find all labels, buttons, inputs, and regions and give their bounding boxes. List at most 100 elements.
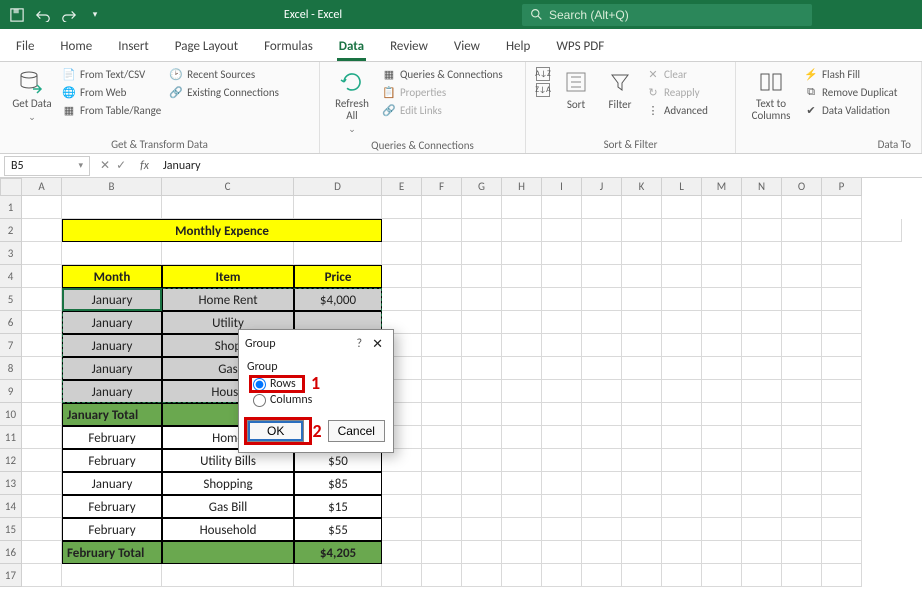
cancel-button[interactable]: Cancel (328, 420, 385, 442)
table-cell[interactable]: $55 (294, 518, 382, 541)
close-icon[interactable]: ✕ (368, 337, 387, 352)
sort-asc-button[interactable]: A↓Z (534, 66, 552, 82)
tab-review[interactable]: Review (388, 33, 430, 61)
row-header[interactable]: 9 (0, 380, 22, 403)
row-header[interactable]: 17 (0, 564, 22, 587)
table-cell[interactable]: $4,000 (294, 288, 382, 311)
row-header[interactable]: 10 (0, 403, 22, 426)
enter-formula-icon[interactable]: ✓ (116, 158, 126, 173)
row-header[interactable]: 4 (0, 265, 22, 288)
help-icon[interactable]: ? (351, 337, 369, 351)
row-header[interactable]: 8 (0, 357, 22, 380)
from-web-button[interactable]: 🌐From Web (60, 84, 163, 100)
col-header-K[interactable]: K (622, 178, 662, 196)
row-header[interactable]: 6 (0, 311, 22, 334)
february-total-price[interactable]: $4,205 (294, 541, 382, 564)
col-header-P[interactable]: P (822, 178, 862, 196)
table-cell[interactable]: February (62, 518, 162, 541)
formula-input[interactable]: January (157, 159, 922, 173)
reapply-button[interactable]: ↻Reapply (644, 84, 710, 100)
row-header[interactable]: 13 (0, 472, 22, 495)
table-cell[interactable]: $85 (294, 472, 382, 495)
col-header-B[interactable]: B (62, 178, 162, 196)
remove-duplicates-button[interactable]: ⧉Remove Duplicat (802, 84, 899, 100)
undo-icon[interactable] (34, 6, 52, 24)
clear-filter-button[interactable]: ✕Clear (644, 66, 710, 82)
cancel-formula-icon[interactable]: ✕ (100, 158, 110, 173)
tab-wpspdf[interactable]: WPS PDF (554, 33, 606, 61)
table-cell[interactable]: February (62, 449, 162, 472)
ok-button[interactable]: OK (247, 420, 304, 442)
row-header[interactable]: 1 (0, 196, 22, 219)
edit-links-button[interactable]: 🔗Edit Links (380, 102, 505, 118)
chevron-down-icon[interactable]: ▾ (78, 160, 83, 171)
table-cell[interactable]: $15 (294, 495, 382, 518)
qat-dropdown-icon[interactable]: ▾ (86, 6, 104, 24)
col-header-H[interactable]: H (502, 178, 542, 196)
save-icon[interactable] (8, 6, 26, 24)
filter-button[interactable]: Filter (600, 66, 640, 113)
redo-icon[interactable] (60, 6, 78, 24)
tab-view[interactable]: View (452, 33, 482, 61)
header-month[interactable]: Month (62, 265, 162, 288)
table-title[interactable]: Monthly Expence (62, 219, 382, 242)
header-item[interactable]: Item (162, 265, 294, 288)
search-input[interactable] (549, 8, 804, 22)
table-cell[interactable]: Gas Bill (162, 495, 294, 518)
table-cell[interactable]: January (62, 334, 162, 357)
advanced-filter-button[interactable]: ⋮Advanced (644, 102, 710, 118)
table-cell[interactable]: Shopping (162, 472, 294, 495)
table-cell[interactable]: January (62, 357, 162, 380)
col-header-A[interactable]: A (22, 178, 62, 196)
january-total-label[interactable]: January Total (62, 403, 162, 426)
row-header[interactable]: 16 (0, 541, 22, 564)
tab-file[interactable]: File (14, 33, 36, 61)
tab-home[interactable]: Home (58, 33, 94, 61)
col-header-N[interactable]: N (742, 178, 782, 196)
col-header-F[interactable]: F (422, 178, 462, 196)
row-header[interactable]: 2 (0, 219, 22, 242)
row-header[interactable]: 11 (0, 426, 22, 449)
table-cell[interactable]: Home Rent (162, 288, 294, 311)
table-cell[interactable] (162, 541, 294, 564)
table-cell[interactable]: January (62, 380, 162, 403)
fx-icon[interactable]: fx (132, 159, 157, 173)
col-header-J[interactable]: J (582, 178, 622, 196)
tab-pagelayout[interactable]: Page Layout (173, 33, 240, 61)
row-header[interactable]: 7 (0, 334, 22, 357)
col-header-L[interactable]: L (662, 178, 702, 196)
radio-columns-input[interactable] (253, 394, 266, 407)
select-all-corner[interactable] (0, 178, 22, 196)
radio-rows-input[interactable] (253, 378, 266, 391)
from-text-csv-button[interactable]: 📄From Text/CSV (60, 66, 163, 82)
worksheet[interactable]: A B C D E F G H I J K L M N O P 1 2Month… (0, 178, 922, 587)
col-header-I[interactable]: I (542, 178, 582, 196)
sort-desc-button[interactable]: Z↓A (534, 82, 552, 98)
queries-connections-button[interactable]: ▦Queries & Connections (380, 66, 505, 82)
february-total-label[interactable]: February Total (62, 541, 162, 564)
col-header-E[interactable]: E (382, 178, 422, 196)
properties-button[interactable]: 📋Properties (380, 84, 505, 100)
name-box[interactable]: B5 ▾ (4, 156, 90, 176)
search-box[interactable] (522, 4, 812, 26)
row-header[interactable]: 5 (0, 288, 22, 311)
radio-columns[interactable]: Columns (251, 392, 385, 408)
table-cell[interactable]: Household (162, 518, 294, 541)
tab-help[interactable]: Help (504, 33, 532, 61)
text-to-columns-button[interactable]: Text to Columns (744, 66, 798, 124)
col-header-O[interactable]: O (782, 178, 822, 196)
table-cell[interactable]: January (62, 288, 162, 311)
table-cell[interactable]: February (62, 426, 162, 449)
tab-data[interactable]: Data (337, 33, 366, 61)
data-validation-button[interactable]: ✔Data Validation (802, 102, 899, 118)
from-table-range-button[interactable]: ▦From Table/Range (60, 102, 163, 118)
table-cell[interactable]: February (62, 495, 162, 518)
tab-formulas[interactable]: Formulas (262, 33, 315, 61)
sort-button[interactable]: Sort (556, 66, 596, 113)
recent-sources-button[interactable]: 🕑Recent Sources (167, 66, 281, 82)
existing-connections-button[interactable]: 🔗Existing Connections (167, 84, 281, 100)
refresh-all-button[interactable]: Refresh All ⌄ (328, 66, 376, 137)
col-header-D[interactable]: D (294, 178, 382, 196)
tab-insert[interactable]: Insert (116, 33, 151, 61)
header-price[interactable]: Price (294, 265, 382, 288)
